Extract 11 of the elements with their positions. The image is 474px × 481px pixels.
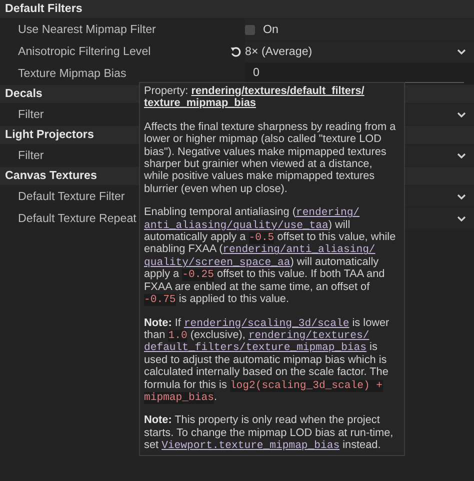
property-label: Filter [18, 149, 44, 162]
tooltip-paragraph: Note: If rendering/scaling_3d/scale is lower than 1.0 (exclusive), rendering/textures/ default_filters/texture_mipmap_bias is used to adjust the automatic mipmap bias which is calculated internally based on the scale factor. The formula for this is log2(scaling_3d_scale) + mipmap_bias. [144, 316, 390, 404]
property-label: Filter [18, 108, 44, 121]
property-label: Default Texture Filter [18, 190, 125, 203]
tooltip-paragraph: Enabling temporal antialiasing (rendering/ anti_aliasing/quality/use_taa) will automatically apply a -0.5 offset to this value, while enabling FXAA (rendering/anti_aliasing/ quality/screen_space_aa) will automatically apply a -0.25 offset to this value. If both TAA and FXAA are enbled at the same time, an offset of -0.75 is applied to this value. [144, 206, 397, 306]
property-label: Use Nearest Mipmap Filter [18, 23, 156, 36]
property-label: Default Texture Repeat [18, 212, 136, 225]
property-label: Texture Mipmap Bias [18, 67, 126, 80]
property-label: Anisotropic Filtering Level [18, 45, 151, 58]
tooltip-paragraph: Property: rendering/textures/default_filters/ texture_mipmap_bias [144, 85, 366, 110]
tooltip-paragraph: Note: This property is only read when the project starts. To change the mipmap LOD bias at run-time, set Viewport.texture_mipmap_bias instead. [144, 414, 394, 452]
